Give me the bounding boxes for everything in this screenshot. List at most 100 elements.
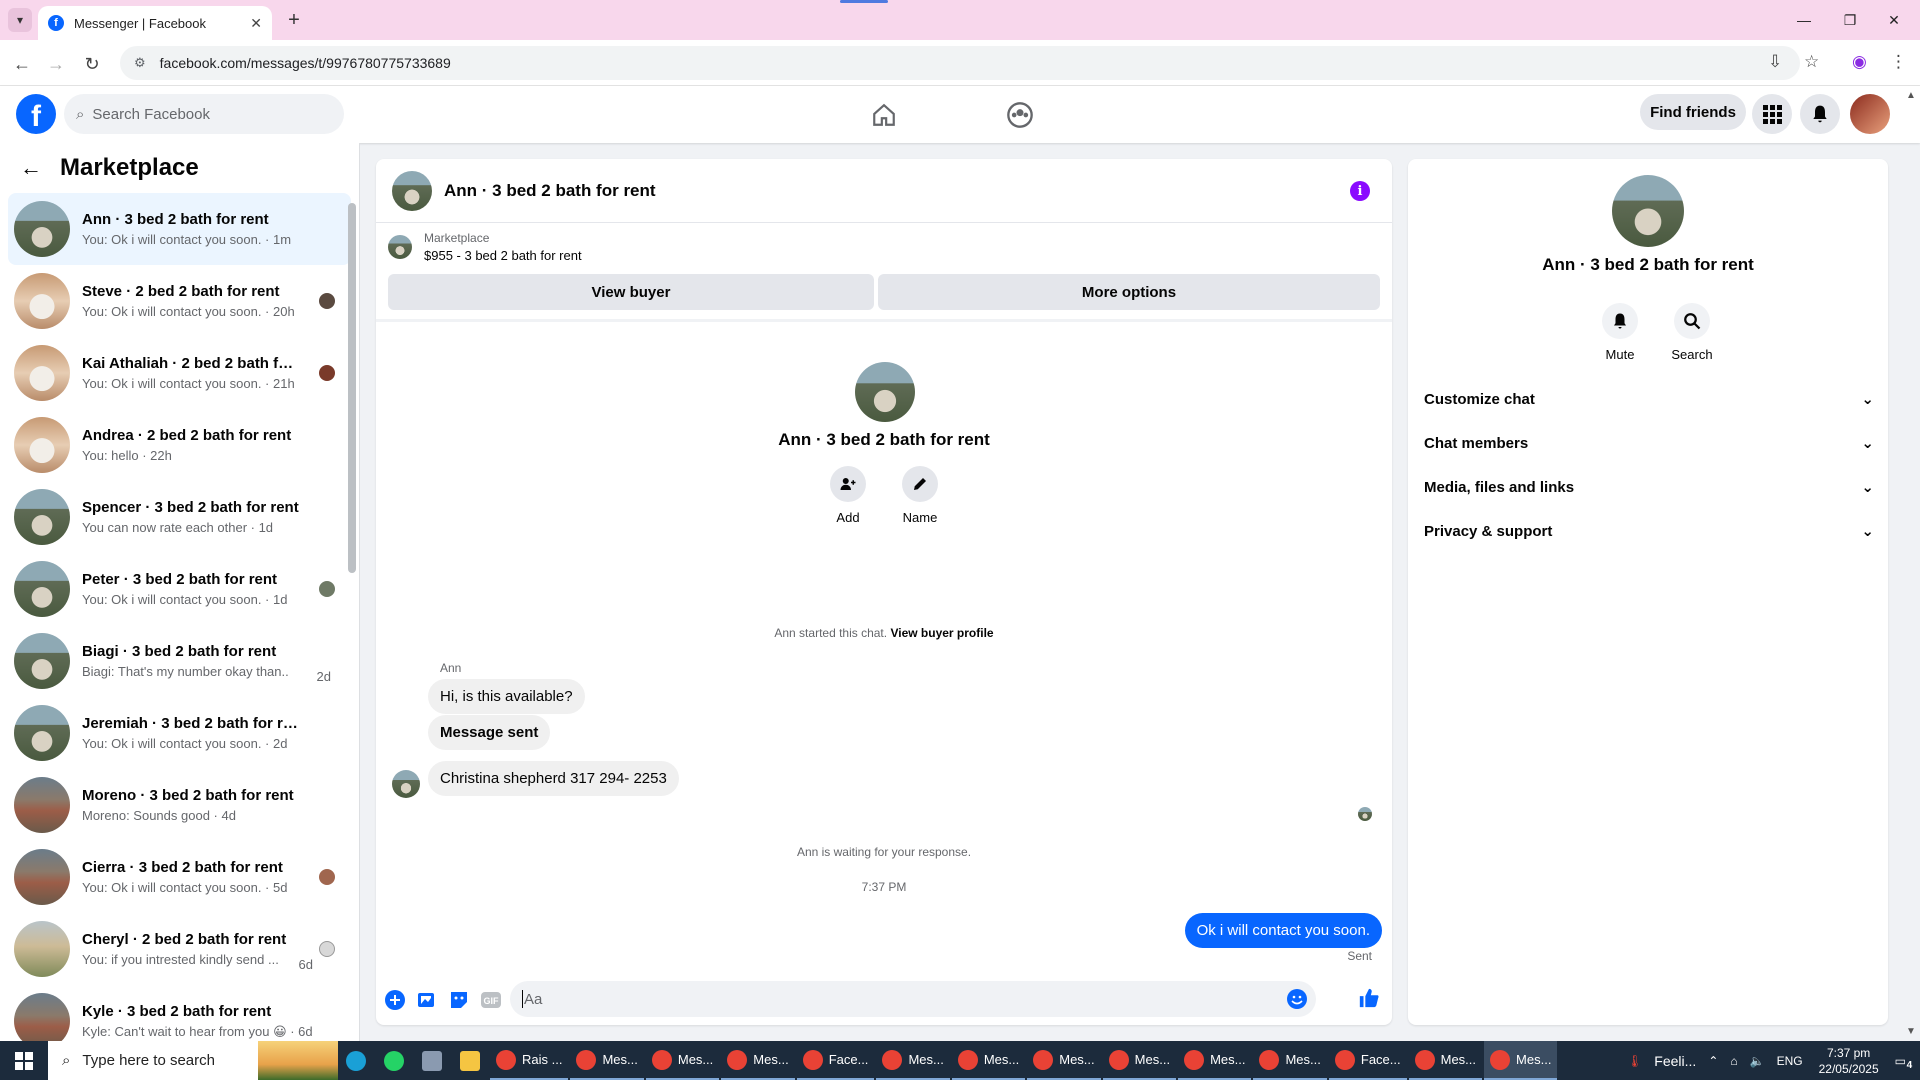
- weather-label[interactable]: Feeli...: [1654, 1053, 1696, 1069]
- volume-icon[interactable]: 🔈: [1750, 1054, 1765, 1068]
- sender-avatar[interactable]: [392, 770, 420, 798]
- taskbar-app[interactable]: Mes...: [1408, 1041, 1483, 1080]
- bookmark-star-icon[interactable]: ☆: [1804, 52, 1819, 72]
- minimize-button[interactable]: —: [1782, 6, 1826, 34]
- reload-icon[interactable]: ↻: [78, 50, 106, 78]
- conversation-item[interactable]: Spencer · 3 bed 2 bath for rent You can n…: [8, 481, 351, 553]
- taskbar-app[interactable]: Mes...: [721, 1041, 795, 1080]
- chat-avatar[interactable]: [392, 170, 432, 211]
- taskbar-search-input[interactable]: ⌕ Type here to search: [48, 1041, 338, 1080]
- language-indicator[interactable]: ENG: [1777, 1054, 1803, 1068]
- notification-center-icon[interactable]: ▭ 4: [1895, 1054, 1913, 1071]
- conversation-item[interactable]: Cheryl · 2 bed 2 bath for rent You: if yo…: [8, 913, 351, 985]
- incoming-message[interactable]: Message sent: [428, 715, 551, 750]
- gif-icon[interactable]: GIF: [480, 989, 502, 1011]
- customize-chat-section[interactable]: Customize chat ⌄: [1424, 381, 1874, 417]
- taskbar-app[interactable]: Mes...: [645, 1041, 720, 1080]
- tab-search-button[interactable]: ▾: [8, 8, 32, 32]
- taskbar-app[interactable]: Face...: [1328, 1041, 1407, 1080]
- taskbar-app-active[interactable]: Mes...: [1484, 1041, 1558, 1080]
- facebook-search-input[interactable]: ⌕ Search Facebook: [64, 94, 344, 134]
- sidebar-scrollbar[interactable]: [348, 203, 356, 573]
- chrome-icon: [651, 1049, 672, 1070]
- thermometer-icon[interactable]: 🌡: [1627, 1054, 1642, 1068]
- whatsapp-icon[interactable]: [376, 1041, 412, 1080]
- info-icon[interactable]: i: [1350, 181, 1370, 201]
- mail-icon[interactable]: [414, 1041, 450, 1080]
- notifications-bell-icon[interactable]: [1800, 94, 1840, 134]
- taskbar-app[interactable]: Mes...: [570, 1041, 644, 1080]
- address-bar[interactable]: ⚙ facebook.com/messages/t/99767807757336…: [120, 46, 1800, 80]
- mute-button[interactable]: Mute: [1590, 303, 1650, 362]
- conversation-item[interactable]: Ann · 3 bed 2 bath for rent You: Ok i wil…: [8, 193, 351, 265]
- forward-arrow-icon[interactable]: →: [42, 50, 70, 78]
- emoji-icon[interactable]: [1286, 988, 1308, 1014]
- taskbar-app[interactable]: Mes...: [1027, 1041, 1101, 1080]
- conversation-preview: Kyle: Can't wait to hear from you 😀 · 6d: [82, 1023, 312, 1039]
- groups-icon[interactable]: [1005, 100, 1035, 130]
- file-explorer-icon[interactable]: [452, 1041, 488, 1080]
- browser-menu-icon[interactable]: ⋮: [1890, 52, 1907, 72]
- thumbs-up-icon[interactable]: [1358, 987, 1380, 1009]
- close-window-button[interactable]: ✕: [1872, 6, 1916, 34]
- chevron-up-icon[interactable]: ⌃: [1708, 1054, 1718, 1068]
- page-scroll-up-arrow[interactable]: ▲: [1906, 90, 1916, 101]
- clock[interactable]: 7:37 pm 22/05/2025: [1819, 1045, 1879, 1077]
- conversation-item[interactable]: Andrea · 2 bed 2 bath for rent You: hello…: [8, 409, 351, 481]
- sticker-icon[interactable]: [448, 989, 470, 1011]
- tab-close-icon[interactable]: ✕: [250, 15, 262, 32]
- new-tab-button[interactable]: +: [282, 8, 306, 32]
- conversation-item[interactable]: Biagi · 3 bed 2 bath for rent Biagi: That…: [8, 625, 351, 697]
- conversation-item[interactable]: Steve · 2 bed 2 bath for rent You: Ok i w…: [8, 265, 351, 337]
- facebook-logo[interactable]: f: [16, 94, 56, 134]
- menu-grid-icon[interactable]: [1752, 94, 1792, 134]
- browser-tab-messenger[interactable]: f Messenger | Facebook ✕: [38, 6, 272, 40]
- taskbar-app[interactable]: Face...: [796, 1041, 875, 1080]
- find-friends-button[interactable]: Find friends: [1640, 94, 1746, 130]
- site-info-icon[interactable]: ⚙: [134, 55, 146, 71]
- taskbar-app[interactable]: Mes...: [1253, 1041, 1327, 1080]
- home-icon[interactable]: [869, 100, 899, 130]
- plus-circle-icon[interactable]: [384, 989, 406, 1011]
- search-in-chat-button[interactable]: Search: [1662, 303, 1722, 362]
- page-scroll-down-arrow[interactable]: ▼: [1906, 1026, 1916, 1037]
- privacy-support-section[interactable]: Privacy & support ⌄: [1424, 513, 1874, 549]
- taskbar-app[interactable]: Mes...: [951, 1041, 1026, 1080]
- view-buyer-button[interactable]: View buyer: [388, 274, 874, 310]
- incoming-message[interactable]: Christina shepherd 317 294- 2253: [428, 761, 679, 796]
- view-buyer-profile-link[interactable]: View buyer profile: [890, 626, 993, 640]
- seen-avatar: [319, 293, 335, 309]
- chat-title[interactable]: Ann · 3 bed 2 bath for rent: [444, 181, 656, 201]
- windows-start-icon[interactable]: [0, 1041, 48, 1080]
- account-avatar[interactable]: [1850, 94, 1890, 134]
- outgoing-message[interactable]: Ok i will contact you soon.: [1184, 913, 1382, 948]
- conversation-item[interactable]: Cierra · 3 bed 2 bath for rent You: Ok i …: [8, 841, 351, 913]
- conversation-item[interactable]: Moreno · 3 bed 2 bath for rent Moreno: So…: [8, 769, 351, 841]
- conversation-item[interactable]: Kai Athaliah · 2 bed 2 bath for... You: O…: [8, 337, 351, 409]
- taskbar-app[interactable]: Mes...: [1178, 1041, 1252, 1080]
- taskbar-app[interactable]: Mes...: [1102, 1041, 1177, 1080]
- chat-members-section[interactable]: Chat members ⌄: [1424, 425, 1874, 461]
- incoming-message[interactable]: Hi, is this available?: [428, 679, 585, 714]
- taskbar-app[interactable]: Mes...: [876, 1041, 950, 1080]
- photo-icon[interactable]: [416, 989, 438, 1011]
- listing-thumbnail: [14, 849, 70, 905]
- conversation-preview: You: Ok i will contact you soon. · 20h: [82, 304, 295, 319]
- conversation-item[interactable]: Jeremiah · 3 bed 2 bath for rent You: Ok …: [8, 697, 351, 769]
- install-app-icon[interactable]: ⇩: [1768, 52, 1782, 72]
- conversation-item[interactable]: Kyle · 3 bed 2 bath for rent Kyle: Can't …: [8, 985, 351, 1041]
- media-files-section[interactable]: Media, files and links ⌄: [1424, 469, 1874, 505]
- name-chat-button[interactable]: Name: [890, 466, 950, 525]
- conversation-item[interactable]: Peter · 3 bed 2 bath for rent You: Ok i w…: [8, 553, 351, 625]
- message-input[interactable]: Aa: [510, 981, 1316, 1017]
- network-icon[interactable]: ⌂: [1730, 1054, 1737, 1068]
- add-people-button[interactable]: Add: [818, 466, 878, 525]
- restore-button[interactable]: ❐: [1828, 6, 1872, 34]
- taskbar-app[interactable]: Rais ...: [490, 1041, 569, 1080]
- more-options-button[interactable]: More options: [878, 274, 1380, 310]
- edge-icon[interactable]: [338, 1041, 374, 1080]
- profile-icon[interactable]: ◉: [1852, 52, 1867, 72]
- back-arrow-icon[interactable]: ←: [20, 155, 42, 181]
- back-arrow-icon[interactable]: ←: [8, 50, 36, 78]
- listing-info[interactable]: Marketplace $955 - 3 bed 2 bath for rent: [388, 231, 582, 263]
